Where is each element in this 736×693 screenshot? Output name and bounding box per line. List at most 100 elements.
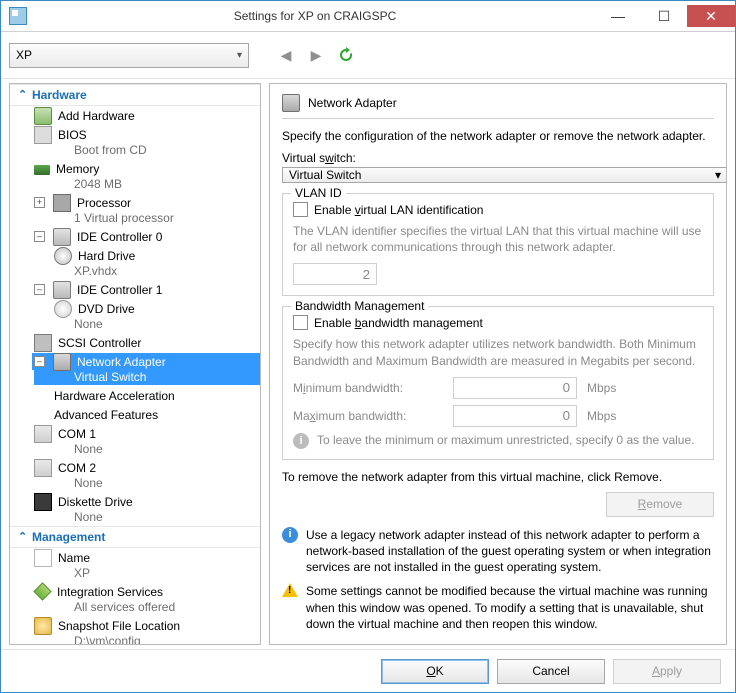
unit-label: Mbps (587, 409, 616, 423)
vlan-checkbox-label: Enable virtual LAN identification (314, 203, 483, 217)
bw-hint: Specify how this network adapter utilize… (293, 336, 703, 368)
settings-window: Settings for XP on CRAIGSPC — ☐ ✕ XP ▾ ◀… (0, 0, 736, 693)
nav-forward-button[interactable]: ▶ (305, 44, 327, 66)
window-buttons: — ☐ ✕ (595, 5, 735, 27)
close-button[interactable]: ✕ (687, 5, 735, 27)
network-icon (282, 94, 300, 112)
scsi-icon (34, 334, 52, 352)
checkbox-icon (293, 315, 308, 330)
chevron-down-icon: ▾ (715, 168, 721, 182)
node-dvd-drive[interactable]: DVD DriveNone (10, 299, 260, 333)
chevron-down-icon: ▾ (237, 50, 242, 61)
vlan-legend: VLAN ID (291, 186, 346, 200)
refresh-button[interactable] (335, 44, 357, 66)
node-ide1[interactable]: –IDE Controller 1 (10, 280, 260, 299)
node-snapshot-location[interactable]: Snapshot File LocationD:\vm\config (10, 616, 260, 645)
nav-back-button[interactable]: ◀ (275, 44, 297, 66)
node-network-adapter[interactable]: –Network AdapterVirtual Switch (10, 352, 260, 386)
controller-icon (53, 228, 71, 246)
vm-selector[interactable]: XP ▾ (9, 43, 249, 68)
node-adv-features[interactable]: Advanced Features (10, 405, 260, 424)
snapshot-icon (34, 617, 52, 635)
serial-port-icon (34, 425, 52, 443)
hard-drive-icon (54, 247, 72, 265)
serial-port-icon (34, 459, 52, 477)
memory-icon (34, 165, 50, 175)
unit-label: Mbps (587, 381, 616, 395)
collapse-icon[interactable]: – (34, 284, 45, 295)
warning-message: Some settings cannot be modified because… (282, 583, 714, 632)
detail-pane: Network Adapter Specify the configuratio… (269, 83, 727, 645)
ok-button[interactable]: OK (381, 659, 489, 684)
cancel-button[interactable]: Cancel (497, 659, 605, 684)
processor-icon (53, 194, 71, 212)
titlebar: Settings for XP on CRAIGSPC — ☐ ✕ (1, 1, 735, 32)
vswitch-value: Virtual Switch (289, 168, 361, 182)
bandwidth-group: Bandwidth Management Enable bandwidth ma… (282, 306, 714, 459)
vlan-hint: The VLAN identifier specifies the virtua… (293, 223, 703, 255)
remove-row: Remove (282, 492, 714, 517)
node-com1[interactable]: COM 1None (10, 424, 260, 458)
vswitch-label: Virtual switch: (282, 151, 714, 165)
max-bw-label: Maximum bandwidth: (293, 409, 443, 423)
node-add-hardware[interactable]: Add Hardware (10, 106, 260, 125)
bw-legend: Bandwidth Management (291, 299, 428, 313)
settings-tree[interactable]: ⌃Hardware Add Hardware BIOSBoot from CD … (9, 83, 261, 645)
node-name[interactable]: NameXP (10, 548, 260, 582)
refresh-icon (338, 47, 354, 63)
window-title: Settings for XP on CRAIGSPC (35, 9, 595, 23)
node-integration[interactable]: Integration ServicesAll services offered (10, 582, 260, 616)
bw-checkbox-label: Enable bandwidth management (314, 316, 483, 330)
collapse-icon[interactable]: – (34, 231, 45, 242)
info-message: i Use a legacy network adapter instead o… (282, 527, 714, 576)
vm-selector-value: XP (16, 48, 32, 62)
min-bw-input (453, 377, 577, 399)
bw-tip: i To leave the minimum or maximum unrest… (293, 433, 703, 449)
floppy-icon (34, 493, 52, 511)
node-memory[interactable]: Memory2048 MB (10, 159, 260, 193)
node-diskette[interactable]: Diskette DriveNone (10, 492, 260, 526)
category-hardware[interactable]: ⌃Hardware (10, 84, 260, 106)
node-hard-drive[interactable]: Hard DriveXP.vhdx (10, 246, 260, 280)
max-bw-row: Maximum bandwidth: Mbps (293, 405, 703, 427)
controller-icon (53, 281, 71, 299)
category-management[interactable]: ⌃Management (10, 526, 260, 548)
collapse-icon: ⌃ (18, 91, 27, 100)
expand-icon[interactable]: + (34, 197, 45, 208)
integration-icon (33, 582, 51, 600)
node-bios[interactable]: BIOSBoot from CD (10, 125, 260, 159)
body: ⌃Hardware Add Hardware BIOSBoot from CD … (1, 79, 735, 649)
remove-text: To remove the network adapter from this … (282, 470, 714, 484)
section-description: Specify the configuration of the network… (282, 129, 714, 143)
min-bw-row: Minimum bandwidth: Mbps (293, 377, 703, 399)
toolbar: XP ▾ ◀ ▶ (1, 32, 735, 79)
app-icon (9, 7, 27, 25)
remove-button: Remove (606, 492, 714, 517)
vlan-checkbox[interactable]: Enable virtual LAN identification (293, 202, 703, 217)
network-icon (53, 353, 71, 371)
node-processor[interactable]: +Processor1 Virtual processor (10, 193, 260, 227)
bw-checkbox[interactable]: Enable bandwidth management (293, 315, 703, 330)
warning-icon (282, 583, 298, 597)
add-hardware-icon (34, 107, 52, 125)
node-ide0[interactable]: –IDE Controller 0 (10, 227, 260, 246)
vswitch-combo[interactable]: Virtual Switch ▾ (282, 167, 727, 183)
minimize-button[interactable]: — (595, 5, 641, 27)
node-scsi[interactable]: SCSI Controller (10, 333, 260, 352)
info-icon: i (282, 527, 298, 543)
maximize-button[interactable]: ☐ (641, 5, 687, 27)
max-bw-input (453, 405, 577, 427)
section-header: Network Adapter (282, 94, 714, 119)
dvd-icon (54, 300, 72, 318)
node-com2[interactable]: COM 2None (10, 458, 260, 492)
name-icon (34, 549, 52, 567)
dialog-footer: OK Cancel Apply (1, 649, 735, 692)
info-icon: i (293, 433, 309, 449)
collapse-icon: ⌃ (18, 533, 27, 542)
apply-button: Apply (613, 659, 721, 684)
collapse-icon[interactable]: – (34, 356, 45, 367)
bios-icon (34, 126, 52, 144)
node-hw-accel[interactable]: Hardware Acceleration (10, 386, 260, 405)
checkbox-icon (293, 202, 308, 217)
vlan-group: VLAN ID Enable virtual LAN identificatio… (282, 193, 714, 296)
